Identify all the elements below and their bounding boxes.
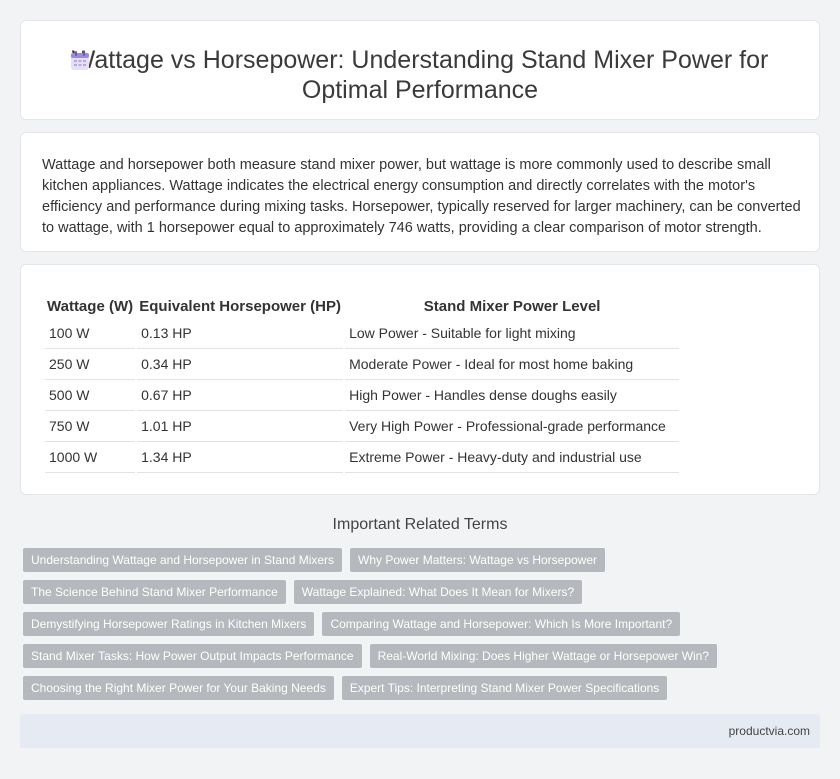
column-header-power-level: Stand Mixer Power Level — [423, 297, 601, 315]
power-table: Wattage (W) Equivalent Horsepower (HP) S… — [43, 294, 681, 473]
cell-power-level: Low Power - Suitable for light mixing — [345, 318, 680, 349]
related-terms-list: Understanding Wattage and Horsepower in … — [23, 548, 823, 708]
column-header-wattage: Wattage (W) — [47, 297, 134, 315]
cell-power-level: High Power - Handles dense doughs easily — [345, 380, 680, 411]
table-row: 100 W 0.13 HP Low Power - Suitable for l… — [45, 318, 680, 349]
intro-paragraph: Wattage and horsepower both measure stan… — [42, 157, 801, 236]
related-term-link[interactable]: Comparing Wattage and Horsepower: Which … — [322, 612, 681, 636]
page-title: Wattage vs Horsepower: Understanding Sta… — [71, 46, 769, 104]
related-terms-heading: Important Related Terms — [332, 516, 508, 533]
table-row: 250 W 0.34 HP Moderate Power - Ideal for… — [45, 349, 680, 380]
header-card: Wattage vs Horsepower: Understanding Sta… — [20, 20, 820, 120]
cell-horsepower: 0.67 HP — [137, 380, 344, 411]
related-term-link[interactable]: Expert Tips: Interpreting Stand Mixer Po… — [341, 676, 668, 700]
footer-site-link[interactable]: productvia.com — [729, 724, 810, 738]
header: Wattage vs Horsepower: Understanding Sta… — [21, 45, 819, 105]
table-row: 500 W 0.67 HP High Power - Handles dense… — [45, 380, 680, 411]
cell-wattage: 750 W — [45, 411, 136, 442]
tag-row: Choosing the Right Mixer Power for Your … — [23, 676, 823, 700]
related-term-link[interactable]: Why Power Matters: Wattage vs Horsepower — [350, 548, 606, 572]
related-term-link[interactable]: Stand Mixer Tasks: How Power Output Impa… — [23, 644, 362, 668]
table-card: Wattage (W) Equivalent Horsepower (HP) S… — [20, 264, 820, 495]
cell-horsepower: 0.13 HP — [137, 318, 344, 349]
table-header-row: Wattage (W) Equivalent Horsepower (HP) S… — [45, 294, 679, 318]
tag-row: Understanding Wattage and Horsepower in … — [23, 548, 823, 572]
tag-row: The Science Behind Stand Mixer Performan… — [23, 580, 823, 604]
related-term-link[interactable]: Demystifying Horsepower Ratings in Kitch… — [23, 612, 315, 636]
related-term-link[interactable]: The Science Behind Stand Mixer Performan… — [23, 580, 286, 604]
cell-wattage: 500 W — [45, 380, 136, 411]
tag-row: Demystifying Horsepower Ratings in Kitch… — [23, 612, 823, 636]
calendar-icon — [71, 51, 89, 70]
cell-wattage: 1000 W — [45, 442, 136, 473]
related-term-link[interactable]: Wattage Explained: What Does It Mean for… — [293, 580, 583, 604]
related-term-link[interactable]: Understanding Wattage and Horsepower in … — [23, 548, 343, 572]
cell-power-level: Moderate Power - Ideal for most home bak… — [345, 349, 680, 380]
table-row: 1000 W 1.34 HP Extreme Power - Heavy-dut… — [45, 442, 680, 473]
cell-power-level: Extreme Power - Heavy-duty and industria… — [345, 442, 680, 473]
table-row: 750 W 1.01 HP Very High Power - Professi… — [45, 411, 680, 442]
cell-wattage: 100 W — [45, 318, 136, 349]
intro-card: Wattage and horsepower both measure stan… — [20, 132, 820, 252]
cell-horsepower: 1.34 HP — [137, 442, 344, 473]
cell-horsepower: 1.01 HP — [137, 411, 344, 442]
related-term-link[interactable]: Real-World Mixing: Does Higher Wattage o… — [369, 644, 718, 668]
column-header-horsepower: Equivalent Horsepower (HP) — [139, 297, 341, 315]
related-term-link[interactable]: Choosing the Right Mixer Power for Your … — [23, 676, 334, 700]
footer: productvia.com — [20, 714, 820, 748]
cell-horsepower: 0.34 HP — [137, 349, 344, 380]
tag-row: Stand Mixer Tasks: How Power Output Impa… — [23, 644, 823, 668]
cell-power-level: Very High Power - Professional-grade per… — [345, 411, 680, 442]
cell-wattage: 250 W — [45, 349, 136, 380]
